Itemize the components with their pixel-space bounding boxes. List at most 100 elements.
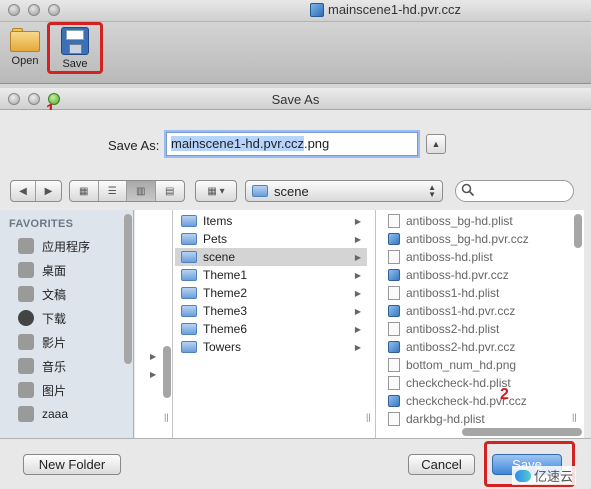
pvr-file-icon xyxy=(388,269,400,281)
sidebar-item-pictures[interactable]: 图片 xyxy=(18,379,126,401)
open-label: Open xyxy=(11,55,39,67)
file-row[interactable]: antiboss1-hd.pvr.ccz xyxy=(382,302,572,320)
plist-file-icon xyxy=(388,214,400,228)
column-resize-handle-icon[interactable]: || xyxy=(164,412,169,422)
folder-row-items[interactable]: Items ▶ xyxy=(175,212,367,230)
folder-icon xyxy=(181,305,197,317)
icon-view-icon[interactable]: ▦ xyxy=(70,181,99,201)
file-column-scrollbar[interactable] xyxy=(574,214,582,248)
sidebar-item-applications[interactable]: 应用程序 xyxy=(18,235,126,257)
file-name: antiboss1-hd.pvr.ccz xyxy=(406,304,516,318)
sidebar-item-documents[interactable]: 文稿 xyxy=(18,283,126,305)
folder-row-pets[interactable]: Pets ▶ xyxy=(175,230,367,248)
sidebar-item-downloads[interactable]: 下载 xyxy=(18,307,126,329)
arrange-control[interactable]: ▦ ▾ xyxy=(195,180,237,202)
cancel-button[interactable]: Cancel xyxy=(408,454,475,475)
coverflow-view-icon[interactable]: ▤ xyxy=(156,181,184,201)
column-divider xyxy=(172,210,173,438)
folder-row-theme2[interactable]: Theme2 ▶ xyxy=(175,284,367,302)
folder-name: Theme6 xyxy=(203,322,248,336)
forward-arrow-icon[interactable]: ▶ xyxy=(36,181,61,201)
chevron-right-icon: ▶ xyxy=(354,342,361,352)
open-button[interactable]: Open xyxy=(2,24,48,76)
arrange-menu-icon: ▦ ▾ xyxy=(207,185,225,197)
pvr-file-icon xyxy=(388,341,400,353)
watermark: 亿速云 xyxy=(512,466,577,485)
pictures-icon xyxy=(18,382,34,398)
new-folder-button[interactable]: New Folder xyxy=(23,454,121,475)
folder-icon xyxy=(181,233,197,245)
column-resize-handle-icon[interactable]: || xyxy=(366,412,371,422)
bottom-divider xyxy=(0,438,591,439)
folder-icon xyxy=(181,251,197,263)
chevron-right-icon: ▶ xyxy=(354,324,361,334)
file-name: checkcheck-hd.plist xyxy=(406,376,511,390)
column-resize-handle-icon[interactable]: || xyxy=(572,412,577,422)
file-row[interactable]: antiboss-hd.plist xyxy=(382,248,572,266)
file-row[interactable]: darkbg-hd.plist xyxy=(382,410,572,428)
sidebar-scrollbar[interactable] xyxy=(124,214,132,364)
png-file-icon xyxy=(388,358,400,372)
file-name: darkbg-hd.plist xyxy=(406,412,485,426)
file-row[interactable]: antiboss1-hd.plist xyxy=(382,284,572,302)
search-icon xyxy=(461,183,475,197)
sidebar-item-label: 图片 xyxy=(42,383,67,398)
sidebar-item-label: zaaa xyxy=(42,407,69,421)
pvr-file-icon xyxy=(388,233,400,245)
file-name: antiboss_bg-hd.pvr.ccz xyxy=(406,232,529,246)
folder-row-theme1[interactable]: Theme1 ▶ xyxy=(175,266,367,284)
save-toolbar-label: Save xyxy=(62,58,88,70)
app-title-text: mainscene1-hd.pvr.ccz xyxy=(328,2,461,17)
close-window-icon[interactable] xyxy=(8,4,20,16)
folder-icon xyxy=(252,185,268,197)
file-row[interactable]: bottom_num_hd.png xyxy=(382,356,572,374)
folder-name: Theme3 xyxy=(203,304,248,318)
column-scrollbar[interactable] xyxy=(163,346,171,398)
sidebar-item-music[interactable]: 音乐 xyxy=(18,355,126,377)
location-popup[interactable]: scene ▲ ▼ xyxy=(245,180,443,202)
folder-row-theme3[interactable]: Theme3 ▶ xyxy=(175,302,367,320)
file-name: antiboss2-hd.plist xyxy=(406,322,500,336)
file-row[interactable]: antiboss_bg-hd.pvr.ccz xyxy=(382,230,572,248)
file-column: antiboss_bg-hd.plist antiboss_bg-hd.pvr.… xyxy=(382,212,572,428)
folder-name: Pets xyxy=(203,232,228,246)
sidebar-item-label: 桌面 xyxy=(42,263,67,278)
file-row[interactable]: checkcheck-hd.plist xyxy=(382,374,572,392)
floppy-disk-icon xyxy=(61,27,89,55)
expand-dialog-button[interactable]: ▲ xyxy=(426,134,446,154)
file-row[interactable]: antiboss2-hd.plist xyxy=(382,320,572,338)
folder-name: Theme1 xyxy=(203,268,248,282)
folder-row-theme6[interactable]: Theme6 ▶ xyxy=(175,320,367,338)
popup-arrows-icon: ▲ ▼ xyxy=(428,183,436,199)
dialog-title: Save As xyxy=(271,92,320,107)
file-name: bottom_num_hd.png xyxy=(406,358,517,372)
back-arrow-icon[interactable]: ◀ xyxy=(11,181,37,201)
zoom-window-icon[interactable] xyxy=(48,4,60,16)
file-row[interactable]: antiboss-hd.pvr.ccz xyxy=(382,266,572,284)
sidebar-item-home[interactable]: zaaa xyxy=(18,403,126,425)
sidebar-item-desktop[interactable]: 桌面 xyxy=(18,259,126,281)
horizontal-scrollbar[interactable] xyxy=(462,428,582,436)
minimize-window-icon[interactable] xyxy=(28,4,40,16)
chevron-right-icon: ▶ xyxy=(354,252,361,262)
collapsed-row-arrow-icon: ▶ xyxy=(150,352,157,361)
list-view-icon[interactable]: ☰ xyxy=(99,181,127,201)
folder-name: Theme2 xyxy=(203,286,248,300)
folder-row-towers[interactable]: Towers ▶ xyxy=(175,338,367,356)
chevron-right-icon: ▶ xyxy=(354,216,361,226)
plist-file-icon xyxy=(388,286,400,300)
filename-input[interactable]: mainscene1-hd.pvr.ccz.png xyxy=(166,132,418,156)
column-view-icon[interactable]: ▥ xyxy=(127,181,156,201)
chevron-right-icon: ▶ xyxy=(354,306,361,316)
sidebar-item-movies[interactable]: 影片 xyxy=(18,331,126,353)
save-toolbar-button[interactable]: Save xyxy=(47,22,103,74)
app-titlebar xyxy=(0,0,591,22)
chevron-right-icon: ▶ xyxy=(354,234,361,244)
file-row[interactable]: checkcheck-hd.pvr.ccz xyxy=(382,392,572,410)
file-row[interactable]: antiboss2-hd.pvr.ccz xyxy=(382,338,572,356)
sidebar-heading: FAVORITES xyxy=(9,218,74,230)
file-row[interactable]: antiboss_bg-hd.plist xyxy=(382,212,572,230)
folder-icon xyxy=(181,215,197,227)
desktop-icon xyxy=(18,262,34,278)
folder-row-scene[interactable]: scene ▶ xyxy=(175,248,367,266)
